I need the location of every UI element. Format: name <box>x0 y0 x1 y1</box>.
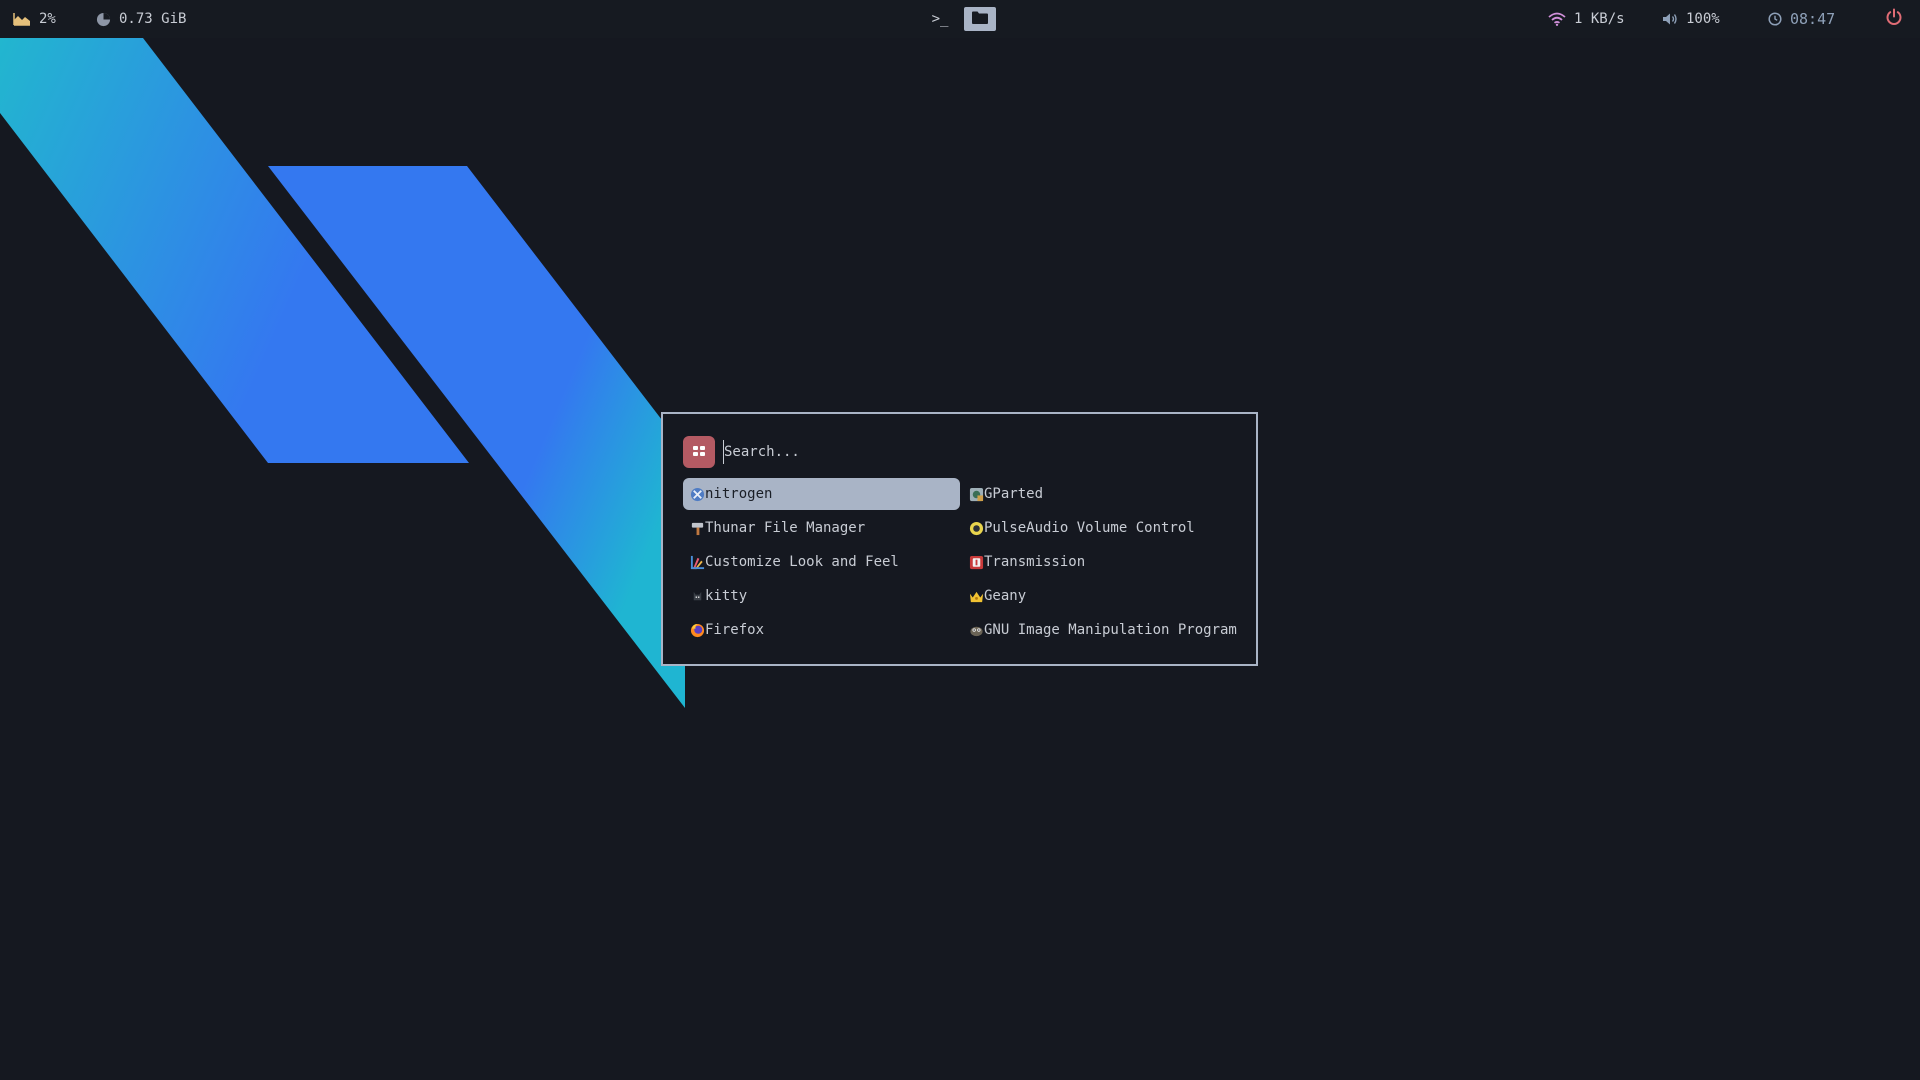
workspace-terminal-button[interactable]: >_ <box>924 7 956 31</box>
memory-pie-icon <box>96 12 111 27</box>
grid-icon <box>692 443 706 462</box>
app-label: Firefox <box>705 622 765 638</box>
firefox-icon <box>689 622 705 638</box>
cpu-chart-icon <box>13 12 31 26</box>
gimp-icon <box>968 622 984 638</box>
memory-usage-text: 0.73 GiB <box>119 11 187 27</box>
top-bar: 2% 0.73 GiB >_ 1 KB/s 100% 08:47 <box>0 0 1920 38</box>
nitrogen-icon <box>689 486 705 502</box>
app-label: Thunar File Manager <box>705 520 866 536</box>
app-list: nitrogen GParted Thunar File Manager Pul… <box>683 478 1241 648</box>
appearance-icon <box>689 554 705 570</box>
wifi-icon <box>1548 12 1566 26</box>
network-widget[interactable]: 1 KB/s <box>1548 0 1625 38</box>
app-label: nitrogen <box>705 486 773 502</box>
kitty-icon <box>689 588 705 604</box>
folder-icon <box>972 11 988 28</box>
app-item-gimp[interactable]: GNU Image Manipulation Program <box>962 614 1239 646</box>
app-label: kitty <box>705 588 748 604</box>
thunar-icon <box>689 520 705 536</box>
app-label: GParted <box>984 486 1044 502</box>
app-launcher: nitrogen GParted <box>661 412 1258 666</box>
gparted-icon <box>968 486 984 502</box>
app-item-customize-look-and-feel[interactable]: Customize Look and Feel <box>683 546 960 578</box>
cpu-usage-text: 2% <box>39 11 56 27</box>
app-label: Transmission <box>984 554 1086 570</box>
power-button[interactable] <box>1883 8 1905 30</box>
pulseaudio-icon <box>968 520 984 536</box>
geany-icon <box>968 588 984 604</box>
transmission-icon <box>968 554 984 570</box>
app-item-firefox[interactable]: Firefox <box>683 614 960 646</box>
terminal-icon: >_ <box>931 11 949 27</box>
app-item-geany[interactable]: Geany <box>962 580 1239 612</box>
app-label: PulseAudio Volume Control <box>984 520 1195 536</box>
app-item-transmission[interactable]: Transmission <box>962 546 1239 578</box>
app-label: Customize Look and Feel <box>705 554 899 570</box>
clock-icon <box>1768 12 1782 26</box>
memory-widget[interactable]: 0.73 GiB <box>96 0 186 38</box>
volume-icon <box>1662 12 1678 26</box>
search-input[interactable] <box>723 440 1224 464</box>
clock-time-text: 08:47 <box>1790 10 1836 28</box>
volume-widget[interactable]: 100% <box>1662 0 1720 38</box>
workspace-files-button[interactable] <box>964 7 996 31</box>
clock-widget[interactable]: 08:47 <box>1768 0 1835 38</box>
app-label: GNU Image Manipulation Program <box>984 622 1237 638</box>
app-item-pulseaudio[interactable]: PulseAudio Volume Control <box>962 512 1239 544</box>
network-speed-text: 1 KB/s <box>1574 11 1625 27</box>
app-item-thunar[interactable]: Thunar File Manager <box>683 512 960 544</box>
power-icon <box>1885 8 1903 30</box>
volume-level-text: 100% <box>1686 11 1720 27</box>
app-item-gparted[interactable]: GParted <box>962 478 1239 510</box>
app-item-nitrogen[interactable]: nitrogen <box>683 478 960 510</box>
cpu-widget[interactable]: 2% <box>13 0 56 38</box>
launcher-search-row <box>683 436 1224 468</box>
app-label: Geany <box>984 588 1027 604</box>
desktop: 2% 0.73 GiB >_ 1 KB/s 100% 08:47 Search.… <box>0 0 1920 1080</box>
launcher-mode-button[interactable] <box>683 436 715 468</box>
app-item-kitty[interactable]: kitty <box>683 580 960 612</box>
